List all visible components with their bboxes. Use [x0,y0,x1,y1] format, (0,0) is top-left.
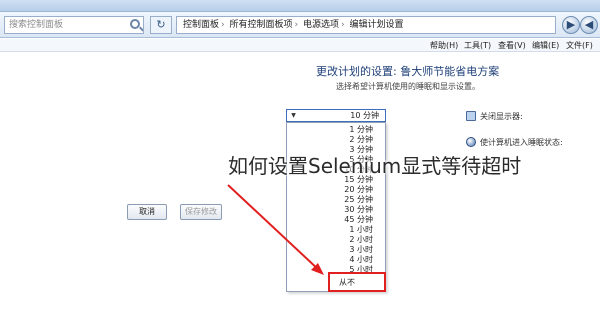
arrow-shaft [227,184,321,272]
overlay-caption: 如何设置Selenium显式等待超时 [228,154,522,178]
